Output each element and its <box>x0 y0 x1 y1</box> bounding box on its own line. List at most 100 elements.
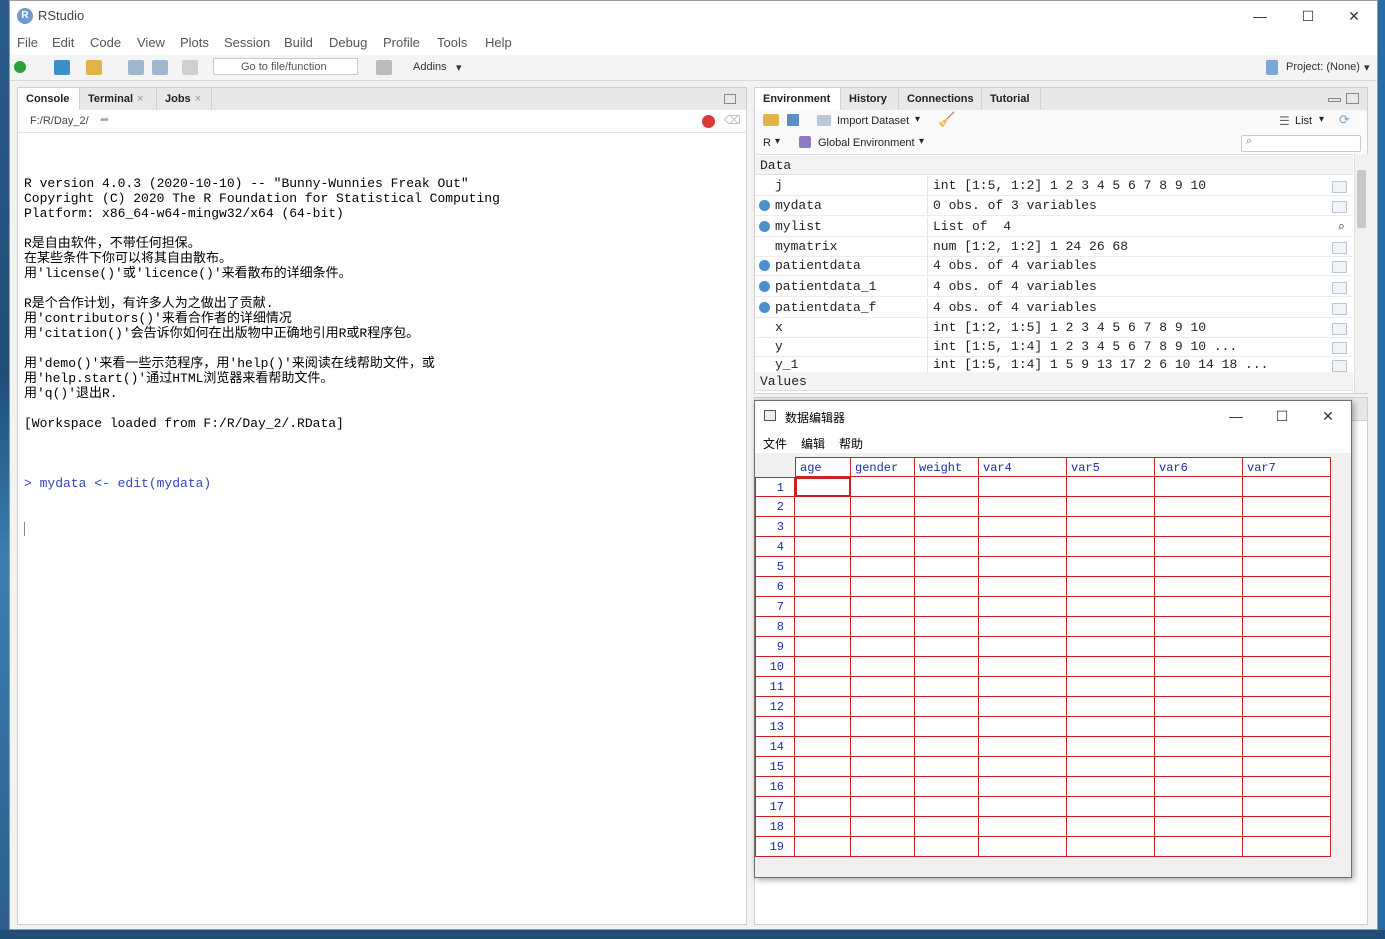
data-cell[interactable] <box>979 657 1067 677</box>
data-cell[interactable] <box>851 557 915 577</box>
data-cell[interactable] <box>979 777 1067 797</box>
view-data-grid-icon[interactable] <box>1332 282 1347 294</box>
list-view-icon[interactable]: ☰ <box>1279 114 1290 128</box>
data-cell[interactable] <box>795 637 851 657</box>
column-header-age[interactable]: age <box>795 457 851 477</box>
expand-icon[interactable] <box>759 281 770 292</box>
data-cell[interactable] <box>915 797 979 817</box>
data-cell[interactable] <box>1155 657 1243 677</box>
data-cell[interactable] <box>851 497 915 517</box>
data-cell[interactable] <box>915 757 979 777</box>
data-cell[interactable] <box>1243 597 1331 617</box>
data-cell[interactable] <box>915 617 979 637</box>
data-cell[interactable] <box>1155 637 1243 657</box>
data-cell[interactable] <box>915 597 979 617</box>
data-cell[interactable] <box>1067 777 1155 797</box>
data-cell[interactable] <box>979 817 1067 837</box>
stop-icon[interactable] <box>702 115 715 128</box>
language-menu[interactable]: R <box>763 137 771 149</box>
data-cell[interactable] <box>1243 617 1331 637</box>
env-row-patientdata-1[interactable]: patientdata_1 4 obs. of 4 variables <box>755 277 1353 297</box>
env-row-patientdata[interactable]: patientdata 4 obs. of 4 variables <box>755 256 1353 276</box>
data-cell[interactable] <box>915 577 979 597</box>
data-cell[interactable] <box>1067 577 1155 597</box>
data-cell[interactable] <box>795 517 851 537</box>
column-header-var7[interactable]: var7 <box>1243 457 1331 477</box>
data-cell[interactable] <box>1067 657 1155 677</box>
data-cell[interactable] <box>1155 537 1243 557</box>
data-cell[interactable] <box>1155 737 1243 757</box>
data-cell[interactable] <box>1067 817 1155 837</box>
data-cell[interactable] <box>1067 597 1155 617</box>
data-cell[interactable] <box>1155 837 1243 857</box>
data-cell[interactable] <box>851 677 915 697</box>
expand-icon[interactable] <box>759 260 770 271</box>
row-header[interactable]: 11 <box>755 677 795 697</box>
row-header[interactable]: 7 <box>755 597 795 617</box>
view-data-grid-icon[interactable] <box>1332 181 1347 193</box>
data-cell[interactable] <box>1067 497 1155 517</box>
data-cell[interactable] <box>1243 497 1331 517</box>
data-cell[interactable] <box>915 837 979 857</box>
data-cell[interactable] <box>1243 517 1331 537</box>
maximize-button[interactable]: ☐ <box>1285 3 1331 29</box>
tab-terminal[interactable]: Terminal × <box>80 88 157 110</box>
menu-tools[interactable]: Tools <box>437 35 467 50</box>
data-cell[interactable] <box>795 537 851 557</box>
env-row-x[interactable]: x int [1:2, 1:5] 1 2 3 4 5 6 7 8 9 10 <box>755 318 1353 338</box>
environment-scrollbar[interactable] <box>1354 154 1369 393</box>
menu-profile[interactable]: Profile <box>383 35 420 50</box>
data-cell[interactable] <box>1155 717 1243 737</box>
data-cell[interactable] <box>1067 637 1155 657</box>
data-cell[interactable] <box>1243 737 1331 757</box>
load-workspace-icon[interactable] <box>763 114 779 126</box>
data-editor-close-button[interactable]: ✕ <box>1305 403 1351 429</box>
data-cell[interactable] <box>1067 557 1155 577</box>
data-cell[interactable] <box>795 557 851 577</box>
data-cell[interactable] <box>795 497 851 517</box>
data-cell[interactable] <box>795 697 851 717</box>
data-cell[interactable] <box>851 797 915 817</box>
data-cell[interactable] <box>1155 597 1243 617</box>
column-header-var6[interactable]: var6 <box>1155 457 1243 477</box>
data-cell[interactable] <box>851 517 915 537</box>
data-cell[interactable] <box>979 737 1067 757</box>
row-header[interactable]: 2 <box>755 497 795 517</box>
view-data-grid-icon[interactable] <box>1332 323 1347 335</box>
data-cell[interactable] <box>1067 837 1155 857</box>
row-header[interactable]: 12 <box>755 697 795 717</box>
import-dataset-icon[interactable] <box>817 115 831 126</box>
new-file-icon[interactable] <box>14 61 26 73</box>
data-editor-grid[interactable]: age gender weight var4 var5 var6 var7 1 2 3 4 5 6 7 8 9… <box>755 457 1332 859</box>
data-cell[interactable] <box>1155 677 1243 697</box>
data-cell[interactable] <box>1067 717 1155 737</box>
data-cell[interactable] <box>1243 717 1331 737</box>
row-header[interactable]: 18 <box>755 817 795 837</box>
data-cell[interactable] <box>915 557 979 577</box>
maximize-pane-icon[interactable] <box>724 94 736 104</box>
data-cell[interactable] <box>979 717 1067 737</box>
de-menu-edit[interactable]: 编辑 <box>801 435 825 452</box>
data-cell[interactable] <box>795 837 851 857</box>
data-cell[interactable] <box>1155 797 1243 817</box>
data-cell[interactable] <box>1243 477 1331 497</box>
data-cell[interactable] <box>851 657 915 677</box>
data-cell[interactable] <box>915 817 979 837</box>
menu-view[interactable]: View <box>137 35 165 50</box>
column-header-var5[interactable]: var5 <box>1067 457 1155 477</box>
row-header[interactable]: 6 <box>755 577 795 597</box>
refresh-icon[interactable]: ⟳ <box>1339 112 1350 128</box>
data-cell[interactable] <box>851 697 915 717</box>
import-dataset-button[interactable]: Import Dataset <box>837 115 909 127</box>
data-cell[interactable] <box>1243 797 1331 817</box>
data-cell[interactable] <box>1155 617 1243 637</box>
data-cell[interactable] <box>1155 577 1243 597</box>
data-cell[interactable] <box>915 737 979 757</box>
data-cell[interactable] <box>1155 497 1243 517</box>
data-cell[interactable] <box>979 797 1067 817</box>
workspace-panes-icon[interactable] <box>376 60 392 75</box>
expand-icon[interactable] <box>759 221 770 232</box>
data-cell[interactable] <box>851 537 915 557</box>
import-dataset-chevron-icon[interactable]: ▾ <box>915 114 920 125</box>
menu-debug[interactable]: Debug <box>329 35 367 50</box>
